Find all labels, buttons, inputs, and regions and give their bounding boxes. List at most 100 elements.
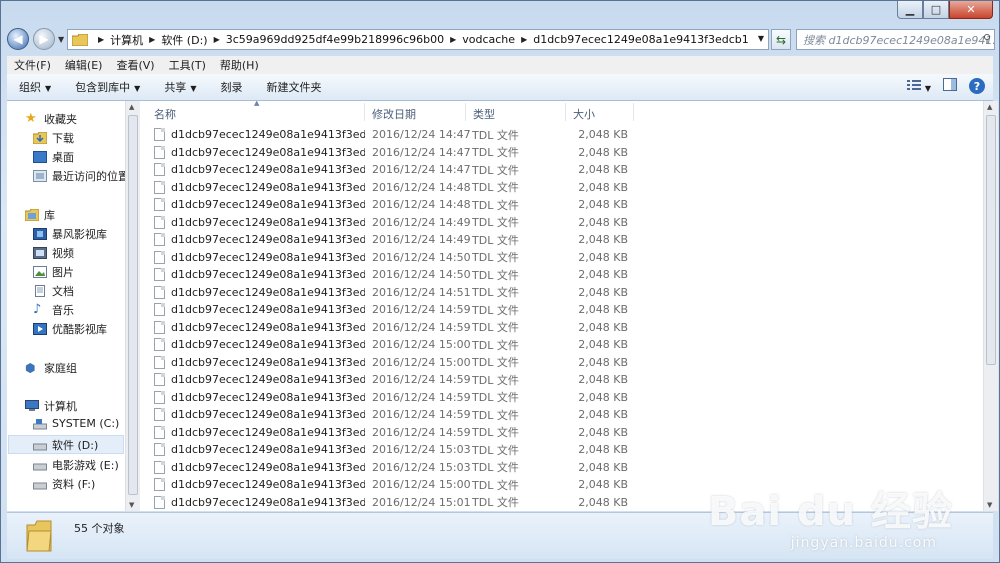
sidebar-item-videos[interactable]: 视频 bbox=[33, 245, 74, 261]
menu-file[interactable]: 文件(F) bbox=[7, 57, 58, 73]
table-row[interactable]: d1dcb97ecec1249e08a1e9413f3edcb... 2016/1… bbox=[154, 214, 628, 231]
search-input[interactable]: 搜索 d1dcb97ecec1249e08a1e941... ⚲ bbox=[796, 29, 995, 50]
table-row[interactable]: d1dcb97ecec1249e08a1e9413f3edcb... 2016/1… bbox=[154, 179, 628, 196]
file-size: 2,048 KB bbox=[578, 285, 628, 299]
breadcrumb-hash-folder[interactable]: 3c59a969dd925df4e99b218996c96b00 bbox=[226, 33, 444, 46]
address-dropdown-icon[interactable]: ▼ bbox=[758, 34, 764, 43]
close-button[interactable]: ✕ bbox=[949, 1, 993, 19]
scroll-up-icon[interactable]: ▲ bbox=[129, 103, 134, 111]
table-row[interactable]: d1dcb97ecec1249e08a1e9413f3edcb... 2016/1… bbox=[154, 231, 628, 248]
table-row[interactable]: d1dcb97ecec1249e08a1e9413f3edcb... 2016/1… bbox=[154, 354, 628, 371]
menu-edit[interactable]: 编辑(E) bbox=[58, 57, 110, 73]
table-row[interactable]: d1dcb97ecec1249e08a1e9413f3edcb... 2016/1… bbox=[154, 161, 628, 178]
table-row[interactable]: d1dcb97ecec1249e08a1e9413f3edcb... 2016/1… bbox=[154, 196, 628, 213]
chevron-right-icon[interactable]: ▶ bbox=[450, 35, 456, 44]
chevron-right-icon[interactable]: ▶ bbox=[214, 35, 220, 44]
sidebar-item-music[interactable]: ♪ 音乐 bbox=[33, 302, 74, 318]
sidebar-item-recent[interactable]: 最近访问的位置 bbox=[33, 168, 125, 184]
sidebar-item-drive-f[interactable]: 资料 (F:) bbox=[33, 476, 95, 492]
menu-tools[interactable]: 工具(T) bbox=[162, 57, 213, 73]
scroll-down-icon[interactable]: ▼ bbox=[987, 501, 992, 509]
address-bar[interactable]: ▶ 计算机 ▶ 软件 (D:) ▶ 3c59a969dd925df4e99b21… bbox=[67, 29, 769, 50]
file-type: TDL 文件 bbox=[472, 443, 519, 457]
address-row: ◀ ▶ ▼ ▶ 计算机 ▶ 软件 (D:) ▶ 3c59a969dd925df4… bbox=[7, 27, 995, 53]
table-row[interactable]: d1dcb97ecec1249e08a1e9413f3edcb... 2016/1… bbox=[154, 406, 628, 423]
table-row[interactable]: d1dcb97ecec1249e08a1e9413f3edcb... 2016/1… bbox=[154, 494, 628, 511]
breadcrumb-computer[interactable]: 计算机 bbox=[110, 32, 143, 48]
recent-pages-dropdown-icon[interactable]: ▼ bbox=[58, 35, 64, 44]
search-icon[interactable]: ⚲ bbox=[983, 32, 991, 45]
sidebar-item-libraries[interactable]: 库 bbox=[25, 207, 55, 223]
table-row[interactable]: d1dcb97ecec1249e08a1e9413f3edcb... 2016/1… bbox=[154, 389, 628, 406]
help-icon[interactable]: ? bbox=[969, 78, 985, 94]
scroll-up-icon[interactable]: ▲ bbox=[987, 103, 992, 111]
table-row[interactable]: d1dcb97ecec1249e08a1e9413f3edcb... 2016/1… bbox=[154, 249, 628, 266]
table-row[interactable]: d1dcb97ecec1249e08a1e9413f3edcb... 2016/1… bbox=[154, 424, 628, 441]
navigation-scrollbar[interactable]: ▲ ▼ bbox=[125, 101, 140, 511]
sidebar-item-favorites[interactable]: ★ 收藏夹 bbox=[25, 111, 77, 127]
table-row[interactable]: d1dcb97ecec1249e08a1e9413f3edcb... 2016/1… bbox=[154, 476, 628, 493]
file-list-scrollbar[interactable]: ▲ ▼ bbox=[983, 101, 998, 511]
table-row[interactable]: d1dcb97ecec1249e08a1e9413f3edcb... 2016/1… bbox=[154, 441, 628, 458]
chevron-right-icon[interactable]: ▶ bbox=[149, 35, 155, 44]
organize-button[interactable]: 组织 ▼ bbox=[7, 79, 63, 95]
table-row[interactable]: d1dcb97ecec1249e08a1e9413f3edcb... 2016/1… bbox=[154, 371, 628, 388]
include-in-library-button[interactable]: 包含到库中 ▼ bbox=[63, 79, 152, 95]
sidebar-item-documents[interactable]: 文档 bbox=[33, 283, 74, 299]
scroll-down-icon[interactable]: ▼ bbox=[129, 501, 134, 509]
file-size: 2,048 KB bbox=[578, 215, 628, 229]
column-type[interactable]: 类型 bbox=[473, 106, 495, 122]
table-row[interactable]: d1dcb97ecec1249e08a1e9413f3edcb... 2016/1… bbox=[154, 459, 628, 476]
table-row[interactable]: d1dcb97ecec1249e08a1e9413f3edcb... 2016/1… bbox=[154, 336, 628, 353]
menu-help[interactable]: 帮助(H) bbox=[213, 57, 266, 73]
table-row[interactable]: d1dcb97ecec1249e08a1e9413f3edcb... 2016/1… bbox=[154, 284, 628, 301]
table-row[interactable]: d1dcb97ecec1249e08a1e9413f3edcb... 2016/1… bbox=[154, 301, 628, 318]
sidebar-item-label: 资料 (F:) bbox=[52, 478, 96, 491]
sidebar-item-label: 收藏夹 bbox=[44, 113, 77, 126]
column-name[interactable]: 名称 bbox=[154, 106, 176, 122]
new-folder-button[interactable]: 新建文件夹 bbox=[254, 79, 333, 95]
table-row[interactable]: d1dcb97ecec1249e08a1e9413f3edcb... 2016/1… bbox=[154, 144, 628, 161]
sidebar-item-drive-d[interactable]: 软件 (D:) bbox=[8, 435, 124, 454]
scroll-thumb[interactable] bbox=[128, 115, 138, 495]
share-button[interactable]: 共享 ▼ bbox=[152, 79, 208, 95]
menu-view[interactable]: 查看(V) bbox=[109, 57, 161, 73]
breadcrumb-vodcache[interactable]: vodcache bbox=[462, 33, 515, 46]
sidebar-item-pictures[interactable]: 图片 bbox=[33, 264, 74, 280]
watermark-url: jingyan.baidu.com bbox=[790, 535, 937, 551]
table-row[interactable]: d1dcb97ecec1249e08a1e9413f3edcb... 2016/1… bbox=[154, 319, 628, 336]
sidebar-item-label: 音乐 bbox=[52, 304, 74, 317]
column-divider[interactable] bbox=[465, 103, 466, 121]
change-view-button[interactable]: ▼ bbox=[907, 79, 931, 94]
forward-button[interactable]: ▶ bbox=[33, 28, 55, 50]
sidebar-item-drive-e[interactable]: 电影游戏 (E:) bbox=[33, 457, 119, 473]
sidebar-item-desktop[interactable]: 桌面 bbox=[33, 149, 74, 165]
chevron-right-icon[interactable]: ▶ bbox=[98, 35, 104, 44]
breadcrumb-current[interactable]: d1dcb97ecec1249e08a1e9413f3edcb1 bbox=[533, 33, 749, 46]
sidebar-item-downloads[interactable]: 下载 bbox=[33, 130, 74, 146]
chevron-right-icon[interactable]: ▶ bbox=[521, 35, 527, 44]
forward-arrow-icon: ▶ bbox=[39, 32, 49, 46]
column-size[interactable]: 大小 bbox=[573, 106, 595, 122]
sidebar-item-baofeng[interactable]: 暴风影视库 bbox=[33, 226, 107, 242]
column-divider[interactable] bbox=[633, 103, 634, 121]
refresh-button[interactable]: ⇆ bbox=[771, 29, 791, 50]
sidebar-item-computer[interactable]: 计算机 bbox=[25, 398, 77, 414]
scroll-thumb[interactable] bbox=[986, 115, 996, 365]
column-divider[interactable] bbox=[364, 103, 365, 121]
minimize-button[interactable]: ▁ bbox=[897, 1, 923, 19]
preview-pane-button[interactable] bbox=[943, 78, 957, 94]
sidebar-item-youku[interactable]: 优酷影视库 bbox=[33, 321, 107, 337]
table-row[interactable]: d1dcb97ecec1249e08a1e9413f3edcb... 2016/1… bbox=[154, 266, 628, 283]
column-divider[interactable] bbox=[565, 103, 566, 121]
sidebar-item-drive-c[interactable]: SYSTEM (C:) bbox=[33, 417, 119, 430]
toolbar-right: ▼ ? bbox=[907, 78, 985, 94]
sidebar-item-homegroup[interactable]: ⬢ 家庭组 bbox=[25, 360, 77, 376]
command-bar: 组织 ▼ 包含到库中 ▼ 共享 ▼ 刻录 新建文件夹 ▼ ? bbox=[7, 74, 993, 101]
maximize-button[interactable]: □ bbox=[923, 1, 949, 19]
burn-button[interactable]: 刻录 bbox=[208, 79, 254, 95]
column-date[interactable]: 修改日期 bbox=[372, 106, 416, 122]
table-row[interactable]: d1dcb97ecec1249e08a1e9413f3edcb... 2016/1… bbox=[154, 126, 628, 143]
breadcrumb-drive-d[interactable]: 软件 (D:) bbox=[161, 32, 207, 48]
back-button[interactable]: ◀ bbox=[7, 28, 29, 50]
